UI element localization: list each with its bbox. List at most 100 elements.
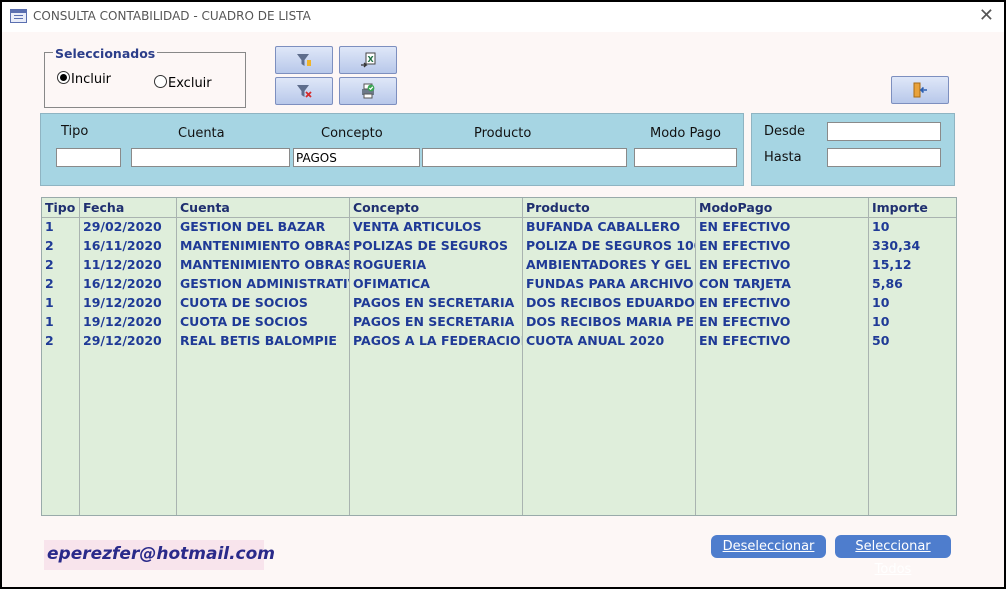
row-6-modo-pago[interactable]: EN EFECTIVO [699,314,868,329]
clear-filter-button[interactable] [275,77,333,105]
row-7-cuenta[interactable]: REAL BETIS BALOMPIE [180,333,349,348]
select-all-button[interactable]: Seleccionar Todos [835,535,951,577]
radio-excluir-label: Excluir [168,76,212,91]
window-title: CONSULTA CONTABILIDAD - CUADRO DE LISTA [33,9,311,23]
author-email: eperezfer@hotmail.com [47,544,276,564]
column-header-producto[interactable]: Producto [526,200,590,215]
cuenta-input[interactable] [131,148,290,167]
row-6-tipo[interactable]: 1 [45,314,79,329]
row-6-fecha[interactable]: 19/12/2020 [83,314,176,329]
row-4-concepto[interactable]: OFIMATICA [353,276,522,291]
exit-door-icon [913,82,927,98]
row-2-concepto[interactable]: POLIZAS DE SEGUROS [353,238,522,253]
row-1-producto[interactable]: BUFANDA CABALLERO [526,219,695,234]
row-4-cuenta[interactable]: GESTION ADMINISTRATIVA [180,276,349,291]
row-5-fecha[interactable]: 19/12/2020 [83,295,176,310]
row-2-tipo[interactable]: 2 [45,238,79,253]
desde-label: Desde [764,124,806,139]
row-4-modo-pago[interactable]: CON TARJETA [699,276,868,291]
row-4-fecha[interactable]: 16/12/2020 [83,276,176,291]
radio-incluir-dot[interactable] [57,71,70,84]
column-header-fecha[interactable]: Fecha [83,200,124,215]
filter-button[interactable] [275,46,333,74]
row-6-producto[interactable]: DOS RECIBOS MARIA PEREZ [526,314,695,329]
column-divider [349,198,350,515]
hasta-label: Hasta [764,150,802,165]
row-6-importe[interactable]: 10 [872,314,952,329]
row-3-fecha[interactable]: 11/12/2020 [83,257,176,272]
column-header-concepto[interactable]: Concepto [353,200,419,215]
column-divider [79,198,80,515]
column-header-cuenta[interactable]: Cuenta [180,200,230,215]
title-bar: CONSULTA CONTABILIDAD - CUADRO DE LISTA … [2,2,1004,32]
row-7-producto[interactable]: CUOTA ANUAL 2020 [526,333,695,348]
row-5-modo-pago[interactable]: EN EFECTIVO [699,295,868,310]
row-4-importe[interactable]: 5,86 [872,276,952,291]
radio-incluir-label: Incluir [71,72,112,87]
row-1-modo-pago[interactable]: EN EFECTIVO [699,219,868,234]
row-1-concepto[interactable]: VENTA ARTICULOS [353,219,522,234]
row-1-importe[interactable]: 10 [872,219,952,234]
row-2-producto[interactable]: POLIZA DE SEGUROS 100% [526,238,695,253]
row-7-modo-pago[interactable]: EN EFECTIVO [699,333,868,348]
row-5-tipo[interactable]: 1 [45,295,79,310]
radio-excluir-dot[interactable] [154,75,167,88]
column-divider [695,198,696,515]
app-window: CONSULTA CONTABILIDAD - CUADRO DE LISTA … [0,0,1006,589]
selection-legend: Seleccionados [53,46,158,61]
row-5-importe[interactable]: 10 [872,295,952,310]
row-7-fecha[interactable]: 29/12/2020 [83,333,176,348]
row-3-tipo[interactable]: 2 [45,257,79,272]
concepto-label: Concepto [321,126,383,141]
modo-pago-label: Modo Pago [650,126,721,141]
column-divider [522,198,523,515]
row-1-cuenta[interactable]: GESTION DEL BAZAR [180,219,349,234]
export-excel-button[interactable]: X [339,46,397,74]
radio-incluir[interactable]: Incluir [57,71,111,87]
row-3-concepto[interactable]: ROGUERIA [353,257,522,272]
hasta-input[interactable] [827,148,941,167]
form-body: Seleccionados Incluir Excluir X Tipo Cue… [2,32,1004,587]
row-6-concepto[interactable]: PAGOS EN SECRETARIA [353,314,522,329]
print-preview-button[interactable] [339,77,397,105]
selection-frame: Seleccionados Incluir Excluir [44,46,246,108]
row-4-tipo[interactable]: 2 [45,276,79,291]
row-2-modo-pago[interactable]: EN EFECTIVO [699,238,868,253]
row-2-fecha[interactable]: 16/11/2020 [83,238,176,253]
tipo-label: Tipo [61,124,89,139]
column-header-tipo[interactable]: Tipo [45,200,75,215]
concepto-input[interactable]: PAGOS [293,148,420,167]
modo-pago-input[interactable] [634,148,737,167]
row-7-importe[interactable]: 50 [872,333,952,348]
row-1-fecha[interactable]: 29/02/2020 [83,219,176,234]
desde-input[interactable] [827,122,941,141]
row-5-concepto[interactable]: PAGOS EN SECRETARIA [353,295,522,310]
row-7-tipo[interactable]: 2 [45,333,79,348]
producto-input[interactable] [422,148,627,167]
column-header-importe[interactable]: Importe [872,200,928,215]
filter-panel: Tipo Cuenta Concepto Producto Modo Pago … [40,113,744,186]
row-2-cuenta[interactable]: MANTENIMIENTO OBRAS [180,238,349,253]
producto-label: Producto [474,126,532,141]
row-1-tipo[interactable]: 1 [45,219,79,234]
deselect-button[interactable]: Deseleccionar [711,535,826,558]
row-3-cuenta[interactable]: MANTENIMIENTO OBRAS [180,257,349,272]
row-4-producto[interactable]: FUNDAS PARA ARCHIVO A4 [526,276,695,291]
row-3-producto[interactable]: AMBIENTADORES Y GEL DE [526,257,695,272]
close-button[interactable]: ✕ [979,5,994,26]
row-2-importe[interactable]: 330,34 [872,238,952,253]
radio-excluir[interactable]: Excluir [154,75,212,91]
row-3-importe[interactable]: 15,12 [872,257,952,272]
form-icon [10,9,27,23]
row-7-concepto[interactable]: PAGOS A LA FEDERACION [353,333,522,348]
row-5-cuenta[interactable]: CUOTA DE SOCIOS [180,295,349,310]
header-divider [42,217,956,218]
row-3-modo-pago[interactable]: EN EFECTIVO [699,257,868,272]
row-5-producto[interactable]: DOS RECIBOS EDUARDO ARI [526,295,695,310]
exit-button[interactable] [891,76,949,104]
tipo-input[interactable] [56,148,121,167]
row-6-cuenta[interactable]: CUOTA DE SOCIOS [180,314,349,329]
cuenta-label: Cuenta [178,126,225,141]
column-header-modo-pago[interactable]: ModoPago [699,200,772,215]
results-listbox[interactable]: Tipo Fecha Cuenta Concepto Producto ModoPago I… [41,197,957,516]
